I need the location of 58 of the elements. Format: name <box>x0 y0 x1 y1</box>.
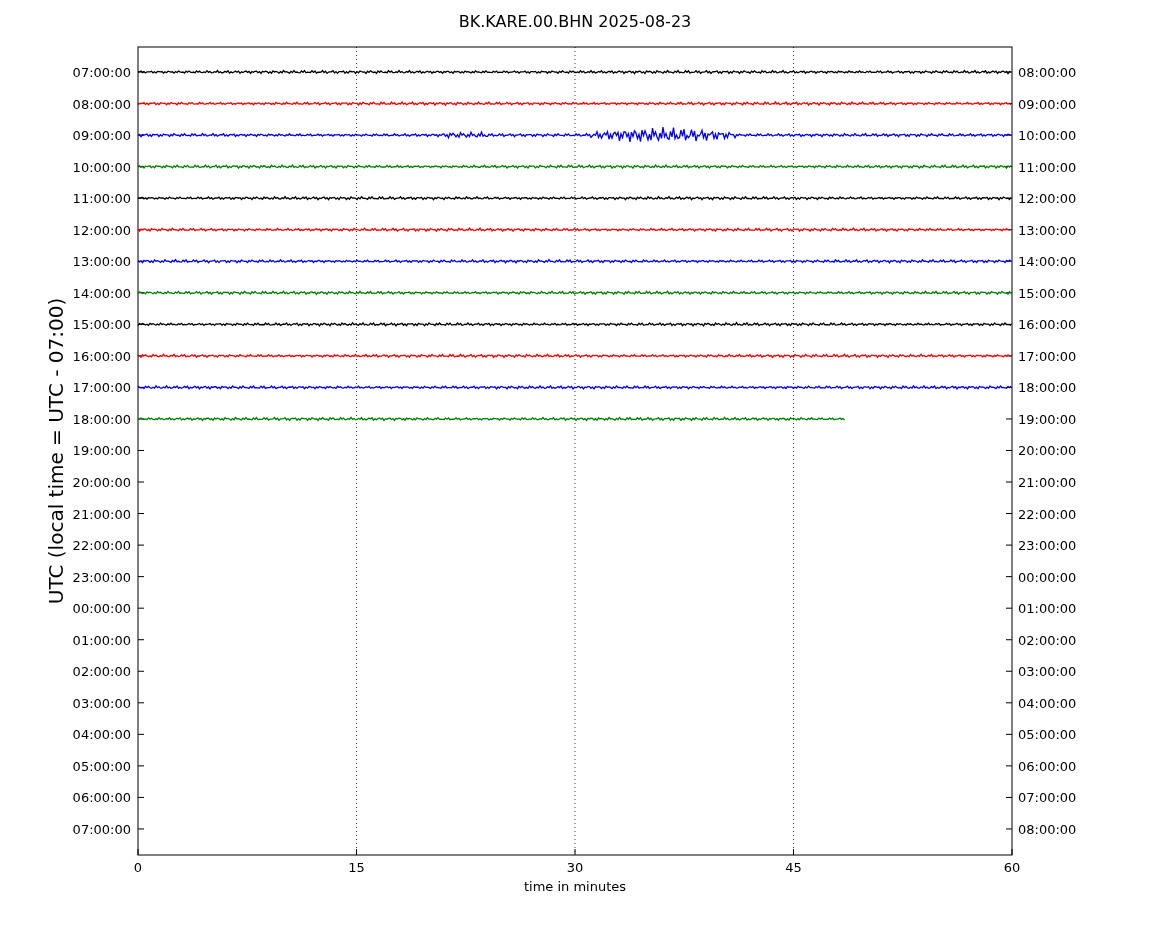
hour-label: 04:00:00 <box>1018 695 1077 711</box>
hour-label: 03:00:00 <box>1018 664 1077 680</box>
hour-label: 15:00:00 <box>1018 285 1077 301</box>
hour-label: 07:00:00 <box>72 821 131 837</box>
axis-label: UTC (local time = UTC - 07:00) <box>44 297 68 605</box>
hour-label: 20:00:00 <box>72 475 131 490</box>
hour-label: 07:00:00 <box>1018 790 1077 806</box>
hour-label: 20:00:00 <box>1018 443 1077 459</box>
hour-label: 23:00:00 <box>72 569 131 585</box>
hour-label: 01:00:00 <box>72 632 131 648</box>
hour-label: 15:00:00 <box>72 317 131 333</box>
hour-label: 19:00:00 <box>72 443 131 459</box>
hour-label: 10:00:00 <box>1018 128 1077 144</box>
x-tick-label: 0 <box>133 860 143 875</box>
hour-label: 00:00:00 <box>72 601 131 617</box>
axis-label: time in minutes <box>523 879 627 894</box>
hour-label: 14:00:00 <box>72 285 131 301</box>
x-tick-label: 30 <box>566 860 584 875</box>
hour-label: 16:00:00 <box>1018 317 1077 333</box>
hour-label: 08:00:00 <box>1018 65 1077 80</box>
hour-label: 13:00:00 <box>72 254 131 270</box>
hour-label: 22:00:00 <box>1018 506 1077 522</box>
hour-label: 10:00:00 <box>72 159 131 175</box>
hour-label: 05:00:00 <box>1018 727 1077 743</box>
x-tick-label: 15 <box>348 860 365 875</box>
hour-label: 07:00:00 <box>72 65 131 80</box>
hour-label: 13:00:00 <box>1018 222 1077 238</box>
hour-label: 03:00:00 <box>72 695 131 711</box>
hour-label: 06:00:00 <box>1018 758 1077 774</box>
hour-label: 21:00:00 <box>72 506 131 522</box>
hour-label: 16:00:00 <box>72 348 131 364</box>
hour-label: 17:00:00 <box>72 380 131 396</box>
hour-label: 21:00:00 <box>1018 475 1077 490</box>
hour-label: 01:00:00 <box>1018 601 1077 617</box>
hour-label: 17:00:00 <box>1018 348 1077 364</box>
hour-label: 18:00:00 <box>1018 380 1077 396</box>
hour-label: 11:00:00 <box>72 191 131 207</box>
hour-label: 09:00:00 <box>72 128 131 144</box>
hour-label: 06:00:00 <box>72 790 131 806</box>
hour-label: 11:00:00 <box>1018 159 1077 175</box>
hour-label: 18:00:00 <box>72 411 131 427</box>
hour-label: 00:00:00 <box>1018 569 1077 585</box>
hour-label: 02:00:00 <box>72 664 131 680</box>
hour-label: 08:00:00 <box>72 96 131 112</box>
hour-label: 09:00:00 <box>1018 96 1077 112</box>
hour-label: 14:00:00 <box>1018 254 1077 270</box>
x-tick-label: 60 <box>1003 860 1021 875</box>
x-tick-label: 45 <box>785 860 802 875</box>
hour-label: 23:00:00 <box>1018 538 1077 554</box>
hour-label: 12:00:00 <box>72 222 131 238</box>
hour-label: 04:00:00 <box>72 727 131 743</box>
hour-label: 08:00:00 <box>1018 821 1077 837</box>
hour-label: 12:00:00 <box>1018 191 1077 207</box>
hour-label: 02:00:00 <box>1018 632 1077 648</box>
hour-label: 19:00:00 <box>1018 411 1077 427</box>
chart-title: BK.KARE.00.BHN 2025-08-23 <box>458 12 692 31</box>
hour-label: 22:00:00 <box>72 538 131 554</box>
hour-label: 05:00:00 <box>72 758 131 774</box>
